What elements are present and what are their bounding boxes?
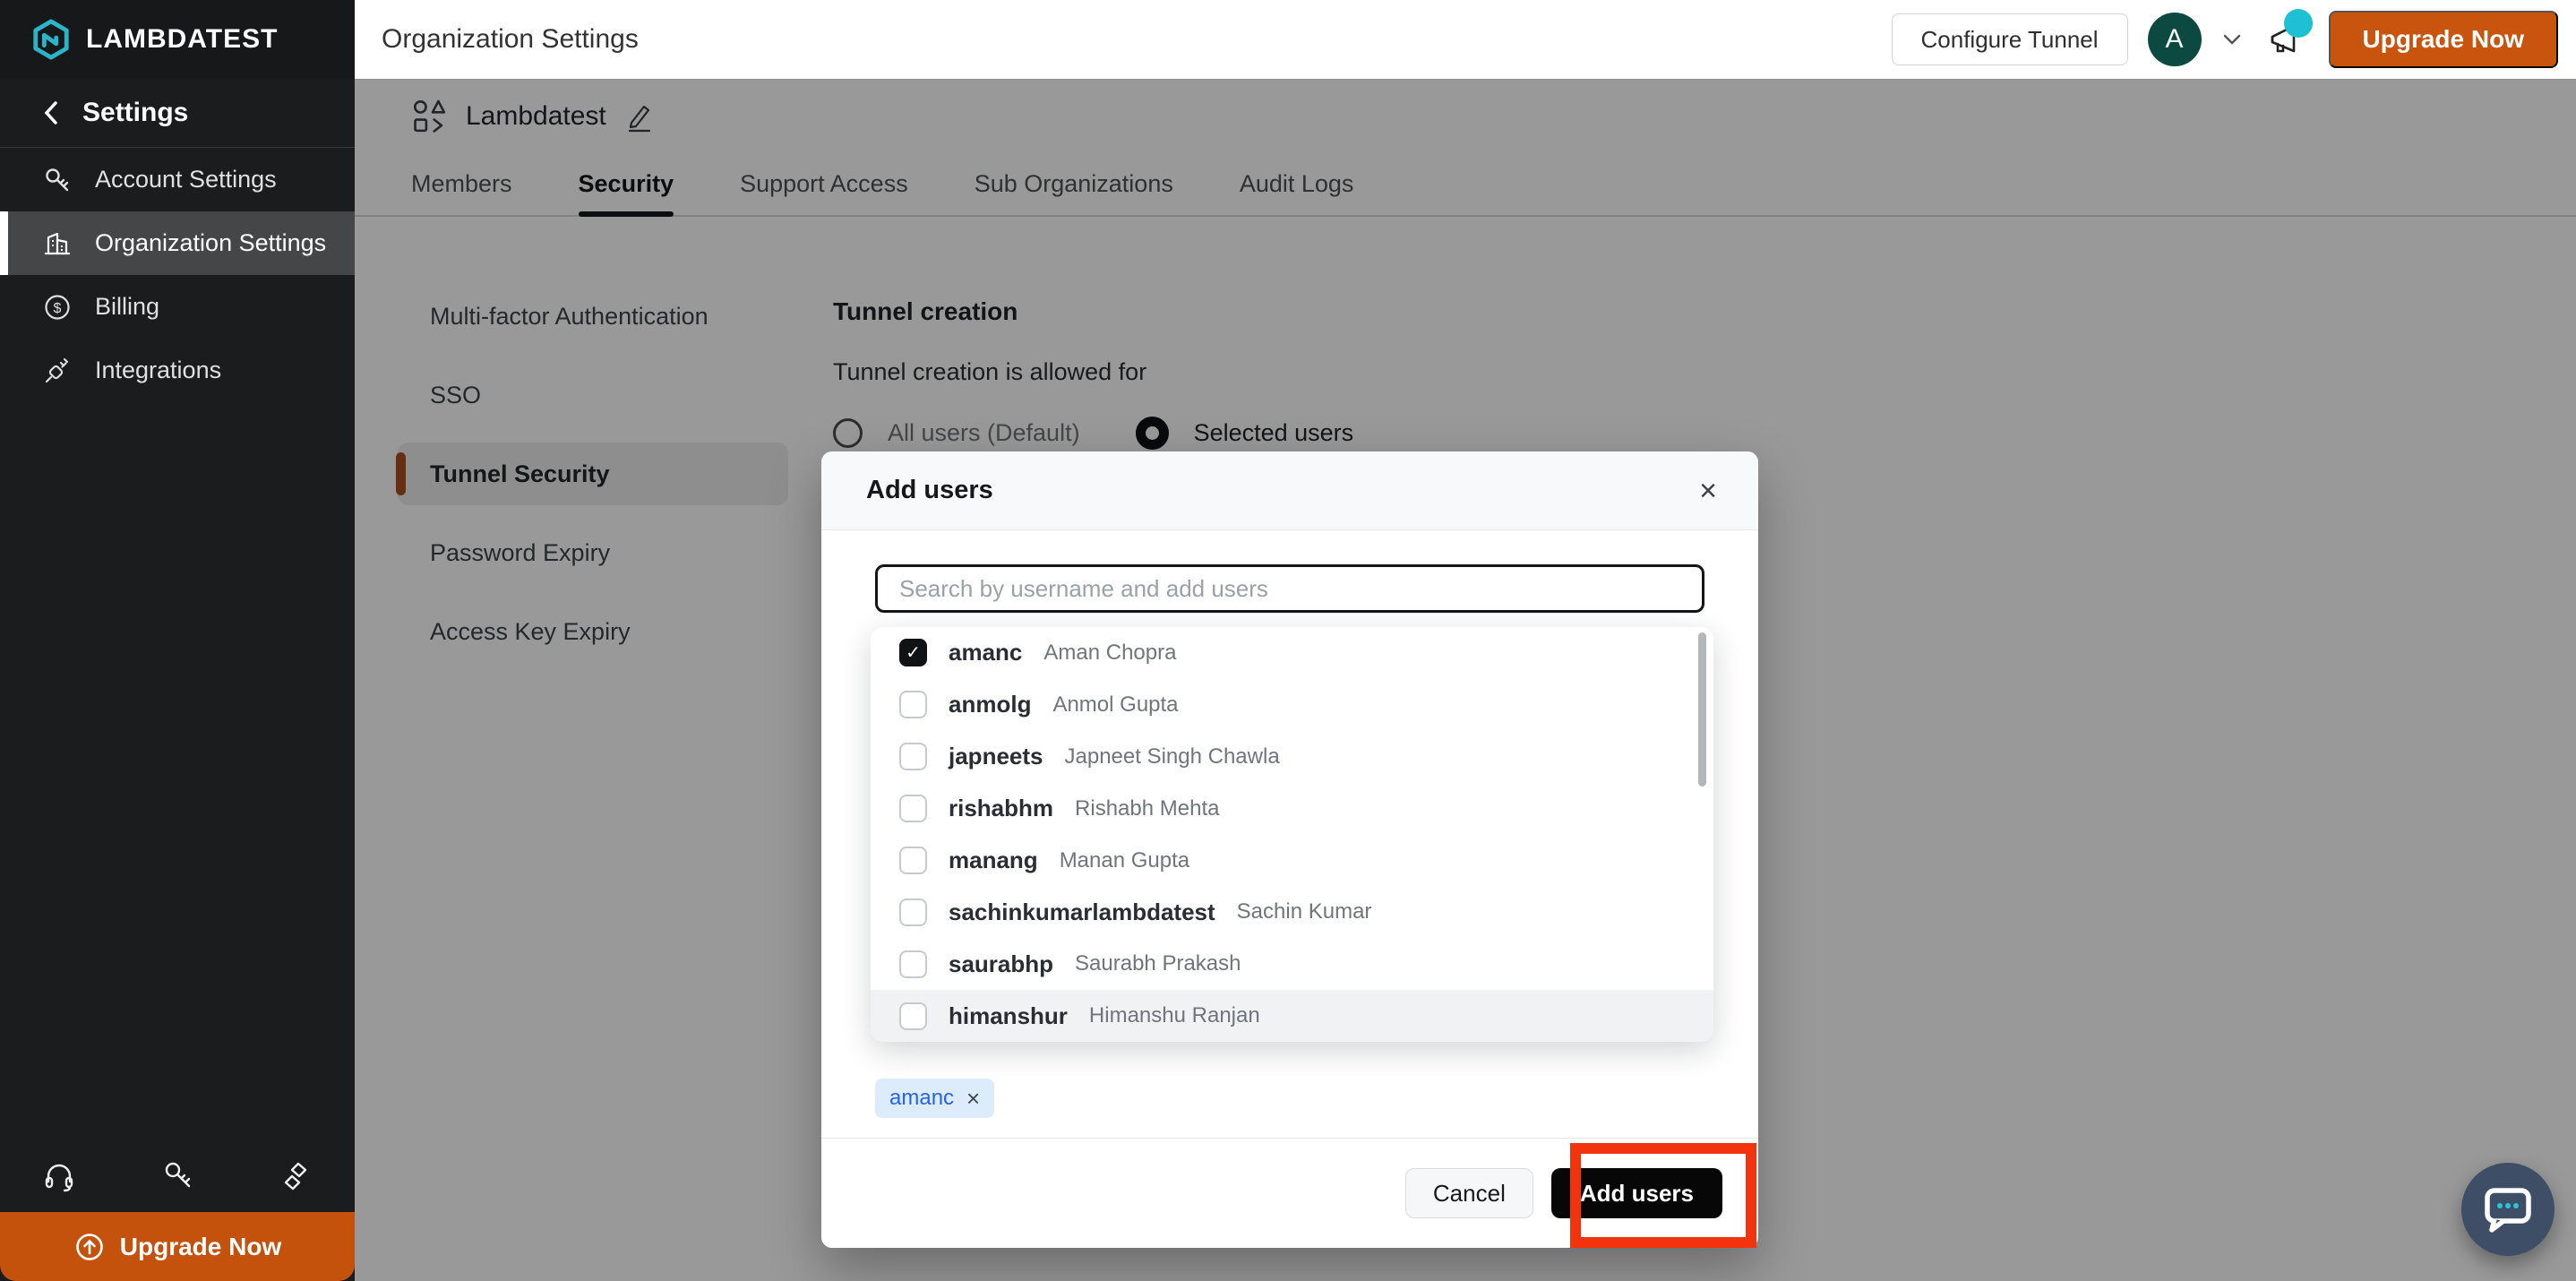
chevron-down-icon[interactable] bbox=[2221, 32, 2243, 47]
announcements-megaphone-icon[interactable] bbox=[2263, 14, 2309, 64]
user-row-japneets[interactable]: japneets Japneet Singh Chawla bbox=[871, 731, 1713, 783]
svg-text:$: $ bbox=[54, 301, 62, 316]
username: amanc bbox=[949, 639, 1022, 666]
configure-tunnel-button[interactable]: Configure Tunnel bbox=[1892, 13, 2128, 65]
chat-widget-button[interactable] bbox=[2461, 1163, 2555, 1256]
tag-label: amanc bbox=[889, 1086, 954, 1111]
access-key-icon[interactable] bbox=[159, 1158, 195, 1194]
dollar-icon: $ bbox=[43, 293, 72, 322]
full-name: Sachin Kumar bbox=[1237, 899, 1372, 924]
full-name: Saurabh Prakash bbox=[1075, 951, 1241, 976]
user-row-sachinkumarlambdatest[interactable]: sachinkumarlambdatest Sachin Kumar bbox=[871, 886, 1713, 938]
key-icon bbox=[43, 166, 72, 194]
avatar[interactable]: A bbox=[2148, 13, 2202, 66]
username: saurabhp bbox=[949, 950, 1053, 978]
sidebar-item-billing[interactable]: $ Billing bbox=[0, 275, 355, 339]
sidebar-item-organization-settings[interactable]: Organization Settings bbox=[0, 211, 355, 275]
upgrade-arrow-icon bbox=[73, 1231, 106, 1263]
notification-dot bbox=[2284, 9, 2313, 38]
lambdatest-logo-icon bbox=[30, 19, 72, 60]
full-name: Japneet Singh Chawla bbox=[1065, 744, 1280, 769]
checkbox[interactable] bbox=[899, 743, 927, 770]
sidebar-item-label: Organization Settings bbox=[95, 229, 326, 257]
sidebar-header-label: Settings bbox=[82, 98, 188, 128]
username: japneets bbox=[949, 743, 1043, 770]
checkbox[interactable] bbox=[899, 950, 927, 978]
full-name: Himanshu Ranjan bbox=[1089, 1003, 1260, 1028]
modal-header: Add users × bbox=[821, 451, 1758, 530]
sidebar-item-label: Account Settings bbox=[95, 166, 277, 193]
user-row-anmolg[interactable]: anmolg Anmol Gupta bbox=[871, 679, 1713, 731]
checkbox[interactable] bbox=[899, 1002, 927, 1030]
support-headset-icon[interactable] bbox=[41, 1158, 77, 1194]
page-title: Organization Settings bbox=[382, 24, 639, 55]
checkbox-checked[interactable]: ✓ bbox=[899, 639, 927, 666]
app-window: LAMBDATEST Settings Account Settings bbox=[0, 0, 2576, 1281]
sidebar-upgrade-button[interactable]: Upgrade Now bbox=[0, 1212, 355, 1281]
topbar-actions: Configure Tunnel A Upgrade Now bbox=[1892, 11, 2576, 68]
sidebar: LAMBDATEST Settings Account Settings bbox=[0, 0, 355, 1281]
full-name: Rishabh Mehta bbox=[1075, 796, 1219, 821]
selected-user-tag: amanc × bbox=[875, 1079, 994, 1118]
checkbox[interactable] bbox=[899, 691, 927, 718]
full-name: Manan Gupta bbox=[1060, 848, 1189, 873]
sidebar-upgrade-label: Upgrade Now bbox=[120, 1233, 281, 1261]
list-scrollbar[interactable] bbox=[1698, 632, 1706, 787]
plug-icon bbox=[43, 357, 72, 385]
topbar: Organization Settings Configure Tunnel A… bbox=[355, 0, 2576, 80]
tag-remove-icon[interactable]: × bbox=[966, 1087, 980, 1110]
sidebar-item-account-settings[interactable]: Account Settings bbox=[0, 148, 355, 211]
username: rishabhm bbox=[949, 795, 1053, 822]
checkbox[interactable] bbox=[899, 847, 927, 874]
cancel-button[interactable]: Cancel bbox=[1405, 1168, 1533, 1218]
user-row-saurabhp[interactable]: saurabhp Saurabh Prakash bbox=[871, 938, 1713, 990]
full-name: Aman Chopra bbox=[1043, 640, 1176, 666]
back-chevron-icon[interactable] bbox=[41, 99, 61, 127]
integrations-layers-icon[interactable] bbox=[278, 1158, 313, 1194]
username: manang bbox=[949, 847, 1038, 874]
brand-logo[interactable]: LAMBDATEST bbox=[0, 0, 355, 79]
checkbox[interactable] bbox=[899, 898, 927, 926]
search-input[interactable] bbox=[875, 564, 1704, 613]
username: himanshur bbox=[949, 1002, 1068, 1030]
building-icon bbox=[43, 229, 72, 258]
full-name: Anmol Gupta bbox=[1052, 692, 1178, 718]
annotation-highlight-box bbox=[1570, 1143, 1756, 1248]
close-icon[interactable]: × bbox=[1699, 476, 1717, 506]
brand-logo-text: LAMBDATEST bbox=[86, 24, 278, 55]
upgrade-now-button[interactable]: Upgrade Now bbox=[2329, 11, 2558, 68]
sidebar-item-label: Billing bbox=[95, 293, 159, 321]
username: anmolg bbox=[949, 691, 1031, 718]
chat-bubble-icon bbox=[2480, 1183, 2536, 1235]
user-row-himanshur[interactable]: himanshur Himanshu Ranjan bbox=[871, 990, 1713, 1042]
sidebar-item-label: Integrations bbox=[95, 357, 221, 384]
sidebar-bottom-icons bbox=[0, 1158, 355, 1194]
add-users-modal: Add users × ✓ amanc Aman Chopra anmolg A… bbox=[821, 451, 1758, 1248]
checkbox[interactable] bbox=[899, 795, 927, 822]
user-row-amanc[interactable]: ✓ amanc Aman Chopra bbox=[871, 627, 1713, 679]
username: sachinkumarlambdatest bbox=[949, 898, 1215, 926]
user-row-manang[interactable]: manang Manan Gupta bbox=[871, 835, 1713, 887]
user-row-rishabhm[interactable]: rishabhm Rishabh Mehta bbox=[871, 783, 1713, 835]
sidebar-settings-header[interactable]: Settings bbox=[0, 79, 355, 148]
check-icon: ✓ bbox=[906, 641, 921, 664]
modal-title: Add users bbox=[866, 476, 993, 505]
sidebar-item-integrations[interactable]: Integrations bbox=[0, 339, 355, 402]
user-dropdown-list: ✓ amanc Aman Chopra anmolg Anmol Gupta j… bbox=[871, 627, 1713, 1042]
